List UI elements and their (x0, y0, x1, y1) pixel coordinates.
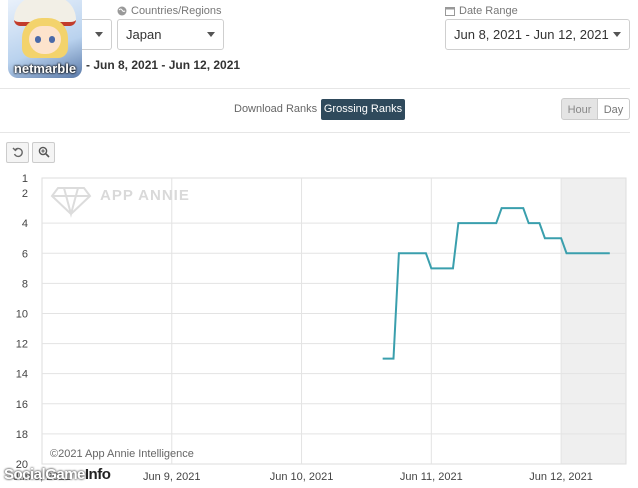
countries-label: Countries/Regions (131, 5, 222, 17)
y-tick-label: 12 (16, 339, 28, 351)
grossing-rank-chart: APP ANNIE 12468101214161820Jun 8, 2021 Ju… (13, 173, 627, 483)
app-icon: netmarble (8, 0, 82, 78)
grossing-ranks-tab[interactable]: Grossing Ranks (321, 99, 405, 120)
watermark-text: APP ANNIE (100, 187, 190, 204)
date-range-value: Jun 8, 2021 - Jun 12, 2021 (454, 27, 609, 42)
diamond-icon (50, 187, 92, 218)
eye-graphic (49, 36, 55, 43)
country-select[interactable]: Japan (117, 19, 224, 50)
countries-caption: Countries/Regions (117, 5, 222, 17)
zoom-icon (38, 146, 50, 158)
source-credit: SocialGameInfo (4, 466, 111, 483)
undo-icon (12, 147, 23, 158)
chevron-down-icon (207, 32, 215, 37)
netmarble-logo: netmarble (13, 61, 77, 76)
x-tick-label: Jun 12, 2021 (529, 471, 593, 483)
chevron-down-icon (95, 32, 103, 37)
divider (0, 88, 630, 89)
y-tick-label: 8 (22, 278, 28, 290)
download-ranks-tab[interactable]: Download Ranks (234, 103, 317, 115)
y-tick-label: 18 (16, 429, 28, 441)
shaded-region (561, 178, 626, 464)
day-button[interactable]: Day (597, 98, 630, 120)
hour-button[interactable]: Hour (561, 98, 598, 120)
divider (0, 132, 630, 133)
face-graphic (29, 26, 61, 54)
x-tick-label: Jun 9, 2021 (143, 471, 201, 483)
y-tick-label: 14 (16, 369, 28, 381)
period-subtitle: - Jun 8, 2021 - Jun 12, 2021 (86, 58, 241, 72)
calendar-icon (445, 7, 455, 16)
credit-game: Game (45, 466, 85, 483)
date-range-caption: Date Range (445, 5, 518, 17)
chevron-down-icon (613, 32, 621, 37)
y-tick-label: 2 (22, 188, 28, 200)
date-range-select[interactable]: Jun 8, 2021 - Jun 12, 2021 (445, 19, 630, 50)
y-tick-label: 16 (16, 399, 28, 411)
date-range-label: Date Range (459, 5, 518, 17)
x-tick-label: Jun 10, 2021 (270, 471, 334, 483)
reset-zoom-button[interactable] (6, 142, 29, 163)
country-value: Japan (126, 27, 162, 42)
credit-info: Info (84, 466, 111, 483)
device-select[interactable] (82, 19, 112, 50)
credit-social: Social (4, 466, 46, 483)
eye-graphic (35, 36, 41, 43)
zoom-button[interactable] (32, 142, 55, 163)
x-tick-label: Jun 11, 2021 (400, 471, 463, 483)
globe-icon (117, 6, 127, 16)
y-tick-label: 6 (22, 248, 28, 260)
app-annie-watermark: APP ANNIE (50, 187, 190, 218)
y-tick-label: 1 (22, 173, 28, 185)
y-tick-label: 4 (22, 218, 28, 230)
copyright-text: ©2021 App Annie Intelligence (50, 448, 194, 460)
y-tick-label: 10 (16, 308, 28, 320)
plot-frame (41, 177, 627, 465)
